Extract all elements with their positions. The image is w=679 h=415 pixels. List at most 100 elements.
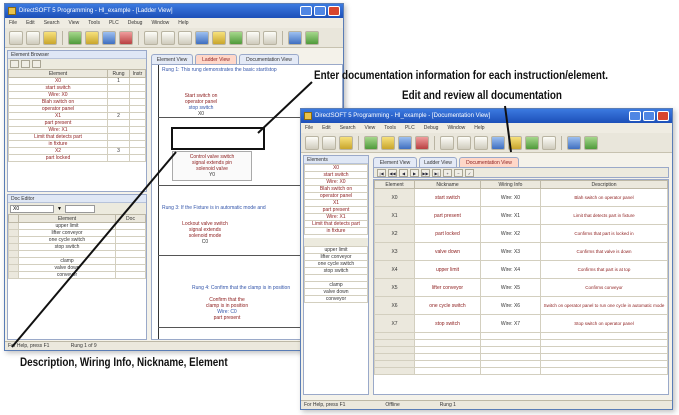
nickname-cell[interactable]: lifter conveyor	[414, 278, 481, 297]
element-cell[interactable]: stop switch	[304, 267, 368, 275]
element-cell[interactable]: part present	[8, 119, 108, 127]
menu-edit[interactable]: Edit	[26, 18, 35, 28]
table-row[interactable]: in fixture	[8, 140, 146, 148]
empty-cell[interactable]	[540, 353, 668, 361]
list-item[interactable]: in fixture	[304, 227, 368, 235]
table-row[interactable]: start switch	[8, 84, 146, 92]
menu-plc[interactable]: PLC	[405, 123, 415, 133]
element-cell[interactable]	[18, 250, 116, 258]
list-item[interactable]: conveyor	[304, 295, 368, 303]
doc-cell[interactable]	[115, 236, 146, 244]
doc-cell[interactable]	[115, 264, 146, 272]
table-row[interactable]: X3 valve down Wire: X3 Confirms that valve …	[374, 242, 668, 261]
wiring-info-cell[interactable]: Wire: X7	[480, 314, 541, 333]
prev-page-button[interactable]: ◀◀	[388, 168, 397, 177]
menu-window[interactable]: Window	[151, 18, 169, 28]
empty-cell[interactable]	[414, 360, 481, 368]
element-cell[interactable]: start switch	[304, 171, 368, 179]
list-item[interactable]: start switch	[304, 171, 368, 179]
table-row[interactable]: Blah switch on	[8, 98, 146, 106]
element-cell[interactable]: X0	[304, 164, 368, 172]
table-row[interactable]: one cycle switch	[8, 236, 146, 244]
cut-icon[interactable]	[144, 30, 158, 45]
table-row[interactable]: X7 stop switch Wire: X7 Stop switch on oper…	[374, 314, 668, 333]
description-cell[interactable]: Blah switch on operator panel	[540, 188, 668, 207]
element-cell[interactable]: X1	[374, 206, 415, 225]
element-cell[interactable]: Wire: X1	[304, 213, 368, 221]
table-row[interactable]: X4 upper limit Wire: X4 Confirms that part …	[374, 260, 668, 279]
empty-cell[interactable]	[414, 332, 481, 340]
table-row[interactable]: operator panel	[8, 105, 146, 113]
connect-icon[interactable]	[364, 135, 378, 150]
list-item[interactable]: clamp	[304, 281, 368, 289]
menu-tools[interactable]: Tools	[384, 123, 396, 133]
table-row[interactable]: X1 2	[8, 112, 146, 120]
element-cell[interactable]: conveyor	[304, 295, 368, 303]
next-page-button[interactable]: ▶▶	[421, 168, 430, 177]
wiring-info-cell[interactable]: Wire: X6	[480, 296, 541, 315]
add-record-button[interactable]: +	[443, 168, 452, 177]
element-cell[interactable]: X7	[374, 314, 415, 333]
menu-help[interactable]: Help	[178, 18, 188, 28]
empty-row[interactable]	[374, 332, 668, 340]
table-row[interactable]: part locked	[8, 154, 146, 162]
list-item[interactable]: Limit that detects part	[304, 220, 368, 228]
element-cell[interactable]: Wire: X1	[8, 126, 108, 134]
empty-row[interactable]	[374, 339, 668, 347]
element-cell[interactable]: X6	[374, 296, 415, 315]
title-bar[interactable]: DirectSOFT 5 Programming - HI_example - …	[5, 4, 343, 18]
open-icon[interactable]	[322, 135, 336, 150]
element-cell[interactable]: X5	[374, 278, 415, 297]
element-cell[interactable]: one cycle switch	[18, 236, 116, 244]
status-icon[interactable]	[491, 135, 505, 150]
empty-cell[interactable]	[480, 353, 541, 361]
description-cell[interactable]: Switch on operator panel to run one cycl…	[540, 296, 668, 315]
empty-cell[interactable]	[540, 339, 668, 347]
save-icon[interactable]	[339, 135, 353, 150]
table-row[interactable]: part present	[8, 119, 146, 127]
write-plc-icon[interactable]	[398, 135, 412, 150]
table-row[interactable]: Wire: X0	[8, 91, 146, 99]
element-cell[interactable]: in fixture	[304, 227, 368, 235]
col-header[interactable]: Rung	[107, 69, 130, 78]
element-cell[interactable]: stop switch	[18, 243, 116, 251]
table-row[interactable]: Limit that detects part	[8, 133, 146, 141]
grid-icon[interactable]	[10, 60, 19, 68]
rung-cell[interactable]: 3	[107, 147, 130, 155]
description-cell[interactable]: Confirms that valve is down	[540, 242, 668, 261]
instr-cell[interactable]	[129, 91, 146, 99]
tab-ladder-view[interactable]: Ladder View	[419, 157, 457, 167]
instr-cell[interactable]	[129, 140, 146, 148]
empty-cell[interactable]	[540, 346, 668, 354]
menu-tools[interactable]: Tools	[88, 18, 100, 28]
empty-cell[interactable]	[374, 367, 415, 375]
table-row[interactable]: X1 part present Wire: X1 Limit that detects…	[374, 206, 668, 225]
list-item[interactable]: Wire: X0	[304, 178, 368, 186]
instr-cell[interactable]	[129, 126, 146, 134]
list-item[interactable]: Wire: X1	[304, 213, 368, 221]
menu-file[interactable]: File	[305, 123, 313, 133]
empty-cell[interactable]	[374, 339, 415, 347]
wiring-info-cell[interactable]: Wire: X2	[480, 224, 541, 243]
list-item[interactable]: stop switch	[304, 267, 368, 275]
chevron-down-icon[interactable]: ▼	[57, 206, 62, 212]
empty-cell[interactable]	[374, 346, 415, 354]
documentation-grid[interactable]: Element Nickname Wiring Info Description…	[373, 179, 669, 395]
table-row[interactable]: X0 1	[8, 77, 146, 85]
menu-view[interactable]: View	[69, 18, 80, 28]
element-cell[interactable]: clamp	[18, 257, 116, 265]
maximize-button[interactable]	[314, 6, 326, 16]
table-row[interactable]: X2 3	[8, 147, 146, 155]
menu-plc[interactable]: PLC	[109, 18, 119, 28]
mode-icon[interactable]	[508, 135, 522, 150]
empty-cell[interactable]	[480, 346, 541, 354]
doc-cell[interactable]	[115, 229, 146, 237]
element-cell[interactable]: part present	[304, 206, 368, 214]
list-item[interactable]: part present	[304, 206, 368, 214]
wiring-info-cell[interactable]: Wire: X0	[480, 188, 541, 207]
col-header[interactable]: Doc	[115, 214, 146, 223]
element-cell[interactable]: valve down	[304, 288, 368, 296]
element-cell[interactable]: Wire: X0	[304, 178, 368, 186]
table-row[interactable]: X6 one cycle switch Wire: X6 Switch on oper…	[374, 296, 668, 315]
element-cell[interactable]: clamp	[304, 281, 368, 289]
